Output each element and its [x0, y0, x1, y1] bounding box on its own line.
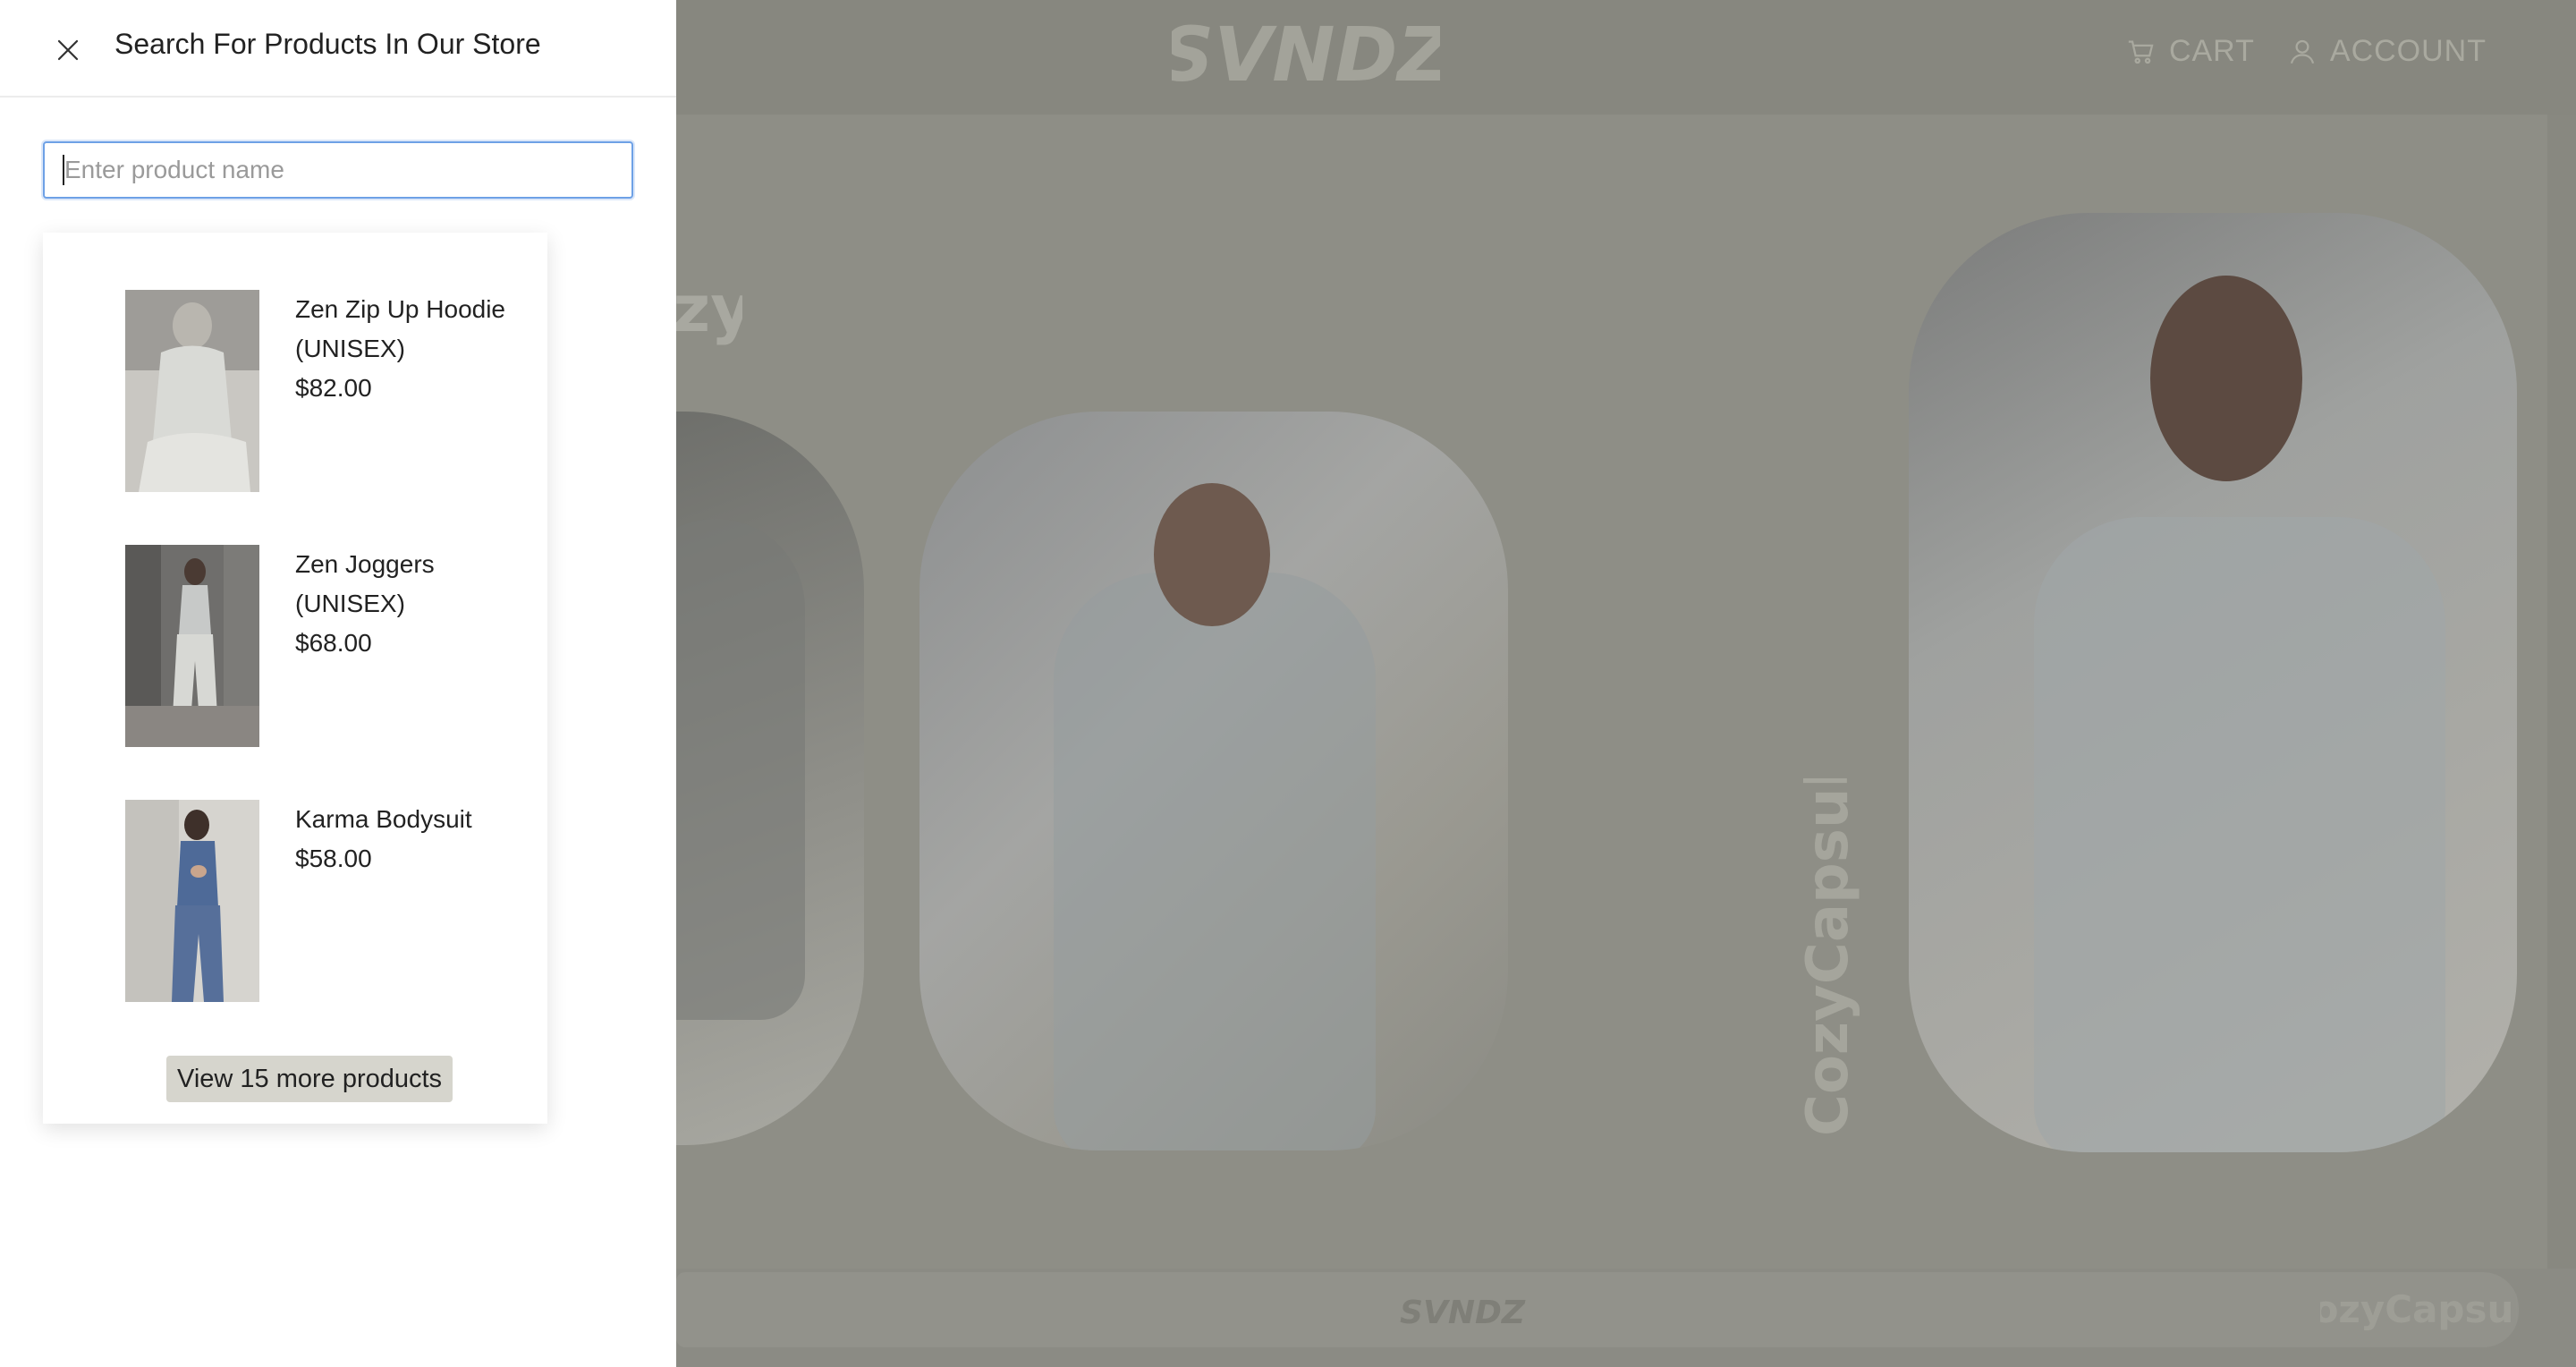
page-scrollbar[interactable]: [2547, 115, 2576, 1269]
svg-text:SVNDZ: SVNDZ: [1172, 16, 1440, 93]
product-name: Zen Joggers (UNISEX): [295, 550, 435, 617]
cart-icon: [2128, 40, 2154, 64]
search-input[interactable]: [43, 141, 633, 199]
drawer-header: Search For Products In Our Store: [0, 0, 676, 98]
svg-text:CozyCapsule: CozyCapsule: [2320, 1287, 2517, 1331]
svg-text:CozyCapsule: CozyCapsule: [1795, 778, 1861, 1136]
product-price: $82.00: [295, 374, 372, 402]
product-name: Karma Bodysuit: [295, 805, 472, 833]
svg-text:SVNDZ: SVNDZ: [1400, 1295, 1526, 1328]
cart-link[interactable]: CART: [2126, 34, 2255, 69]
model-figure: [2034, 517, 2445, 1152]
result-info: Zen Zip Up Hoodie (UNISEX) $82.00: [295, 290, 510, 408]
carousel-image-right[interactable]: [1909, 213, 2517, 1152]
header-nav: CART ACCOUNT: [2126, 34, 2487, 69]
collection-wordmark-vertical: CozyCapsule: [1795, 778, 1861, 1136]
product-price: $58.00: [295, 845, 372, 872]
result-item[interactable]: Karma Bodysuit $58.00: [125, 800, 519, 1002]
view-more-products-button[interactable]: View 15 more products: [166, 1056, 453, 1102]
carousel-image-center[interactable]: [919, 412, 1508, 1150]
product-price: $68.00: [295, 629, 372, 657]
search-drawer: Search For Products In Our Store Zen Zip…: [0, 0, 676, 1367]
product-thumbnail: [125, 800, 259, 1002]
footer-brand-logo: SVNDZ: [1400, 1295, 1526, 1328]
result-info: Zen Joggers (UNISEX) $68.00: [295, 545, 510, 663]
close-button[interactable]: [50, 32, 86, 68]
result-item[interactable]: Zen Joggers (UNISEX) $68.00: [125, 545, 519, 747]
brand-logo[interactable]: SVNDZ: [1172, 16, 1440, 93]
drawer-title: Search For Products In Our Store: [114, 28, 541, 60]
close-icon: [57, 39, 79, 61]
model-head: [2150, 276, 2302, 481]
product-name: Zen Zip Up Hoodie (UNISEX): [295, 295, 506, 362]
footer-banner: [676, 1272, 2519, 1347]
text-cursor: [63, 155, 64, 185]
cart-label: CART: [2168, 34, 2255, 68]
product-thumbnail: [125, 545, 259, 747]
result-info: Karma Bodysuit $58.00: [295, 800, 510, 879]
model-head: [1154, 483, 1270, 626]
footer-collection-wordmark: CozyCapsule: [2320, 1287, 2517, 1331]
model-figure: [1054, 573, 1376, 1150]
search-results-dropdown: Zen Zip Up Hoodie (UNISEX) $82.00 Zen Jo…: [43, 233, 547, 1124]
results-pointer: [70, 217, 102, 233]
account-icon: [2290, 39, 2315, 64]
result-item[interactable]: Zen Zip Up Hoodie (UNISEX) $82.00: [125, 290, 519, 492]
account-label: ACCOUNT: [2329, 34, 2487, 68]
product-thumbnail: [125, 290, 259, 492]
account-link[interactable]: ACCOUNT: [2287, 34, 2487, 69]
